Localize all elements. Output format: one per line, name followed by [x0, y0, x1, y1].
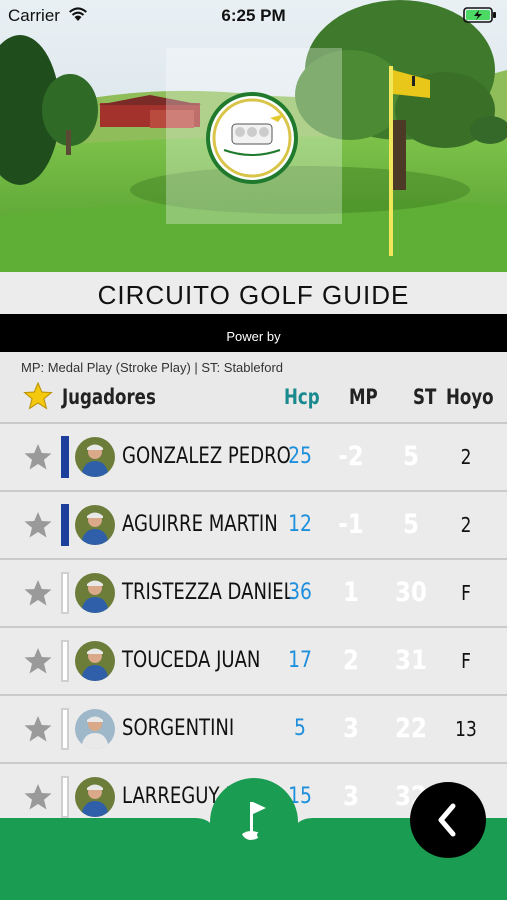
player-status-marker — [61, 776, 69, 818]
power-by-banner: Power by — [0, 314, 507, 352]
scoring-legend: MP: Medal Play (Stroke Play) | ST: Stabl… — [21, 360, 284, 375]
golf-flag-icon — [242, 802, 266, 840]
player-hole: 2 — [460, 445, 472, 469]
player-st: 5 — [403, 441, 419, 472]
player-mp: 3 — [343, 713, 359, 744]
player-name: TOUCEDA JUAN — [122, 648, 261, 673]
player-hole: 2 — [460, 513, 472, 537]
page-title: CIRCUITO GOLF GUIDE — [0, 272, 507, 314]
star-icon[interactable] — [23, 646, 53, 676]
avatar — [75, 709, 115, 749]
header-hcp[interactable]: Hcp — [284, 380, 320, 414]
player-row[interactable]: AGUIRRE MARTIN 12 -1 5 2 — [0, 490, 507, 558]
header-players[interactable]: Jugadores — [62, 380, 156, 414]
star-icon[interactable] — [23, 782, 53, 812]
player-hcp: 25 — [288, 444, 312, 469]
player-hole: F — [461, 581, 471, 605]
avatar — [75, 437, 115, 477]
player-st: 5 — [403, 509, 419, 540]
player-mp: 1 — [343, 577, 359, 608]
avatar — [75, 641, 115, 681]
status-bar: Carrier 6:25 PM — [0, 0, 507, 30]
player-row[interactable]: TRISTEZZA DANIEL 36 1 30 F — [0, 558, 507, 626]
player-row[interactable]: TOUCEDA JUAN 17 2 31 F — [0, 626, 507, 694]
course-logo-panel — [166, 48, 342, 224]
header-st[interactable]: ST — [413, 380, 436, 414]
player-mp: -2 — [338, 441, 364, 472]
course-logo — [206, 92, 298, 184]
player-hcp: 5 — [294, 716, 306, 741]
player-row[interactable]: GONZALEZ PEDRO 25 -2 5 2 — [0, 422, 507, 490]
header-hole[interactable]: Hoyo — [446, 380, 494, 414]
player-st: 31 — [395, 645, 427, 676]
star-icon[interactable] — [23, 442, 53, 472]
player-hcp: 36 — [288, 580, 312, 605]
player-status-marker — [61, 572, 69, 614]
golf-course-button[interactable] — [210, 778, 298, 866]
player-hole: F — [461, 649, 471, 673]
hero-image: Carrier 6:25 PM — [0, 0, 507, 272]
star-icon[interactable] — [23, 510, 53, 540]
player-hcp: 17 — [288, 648, 312, 673]
player-mp: -1 — [338, 509, 364, 540]
player-status-marker — [61, 504, 69, 546]
star-icon[interactable] — [23, 714, 53, 744]
player-status-marker — [61, 708, 69, 750]
chevron-left-icon — [438, 803, 456, 837]
golf-flag-pin — [389, 66, 430, 256]
battery-charging-icon — [463, 7, 496, 23]
favorites-star-icon[interactable] — [23, 381, 53, 411]
player-name: SORGENTINI — [122, 716, 235, 741]
player-name: AGUIRRE MARTIN — [122, 512, 278, 537]
avatar — [75, 505, 115, 545]
player-status-marker — [61, 436, 69, 478]
star-icon[interactable] — [23, 578, 53, 608]
player-status-marker — [61, 640, 69, 682]
player-st: 30 — [395, 577, 427, 608]
player-row[interactable]: SORGENTINI 5 3 22 13 — [0, 694, 507, 762]
header-mp[interactable]: MP — [349, 380, 378, 414]
app-screen: Carrier 6:25 PM CIRCUITO GOLF GUIDE Powe… — [0, 0, 507, 900]
player-st: 22 — [395, 713, 427, 744]
player-mp: 2 — [343, 645, 359, 676]
status-time: 6:25 PM — [221, 6, 286, 25]
avatar — [75, 573, 115, 613]
avatar — [75, 777, 115, 817]
back-button[interactable] — [410, 782, 486, 858]
player-hcp: 12 — [288, 512, 312, 537]
player-hole: 13 — [455, 717, 477, 741]
leaderboard-list: GONZALEZ PEDRO 25 -2 5 2 AGUIRRE MARTIN 12 -1 5 2… — [0, 422, 507, 830]
player-name: TRISTEZZA DANIEL — [122, 580, 294, 605]
player-name: GONZALEZ PEDRO — [122, 444, 291, 469]
